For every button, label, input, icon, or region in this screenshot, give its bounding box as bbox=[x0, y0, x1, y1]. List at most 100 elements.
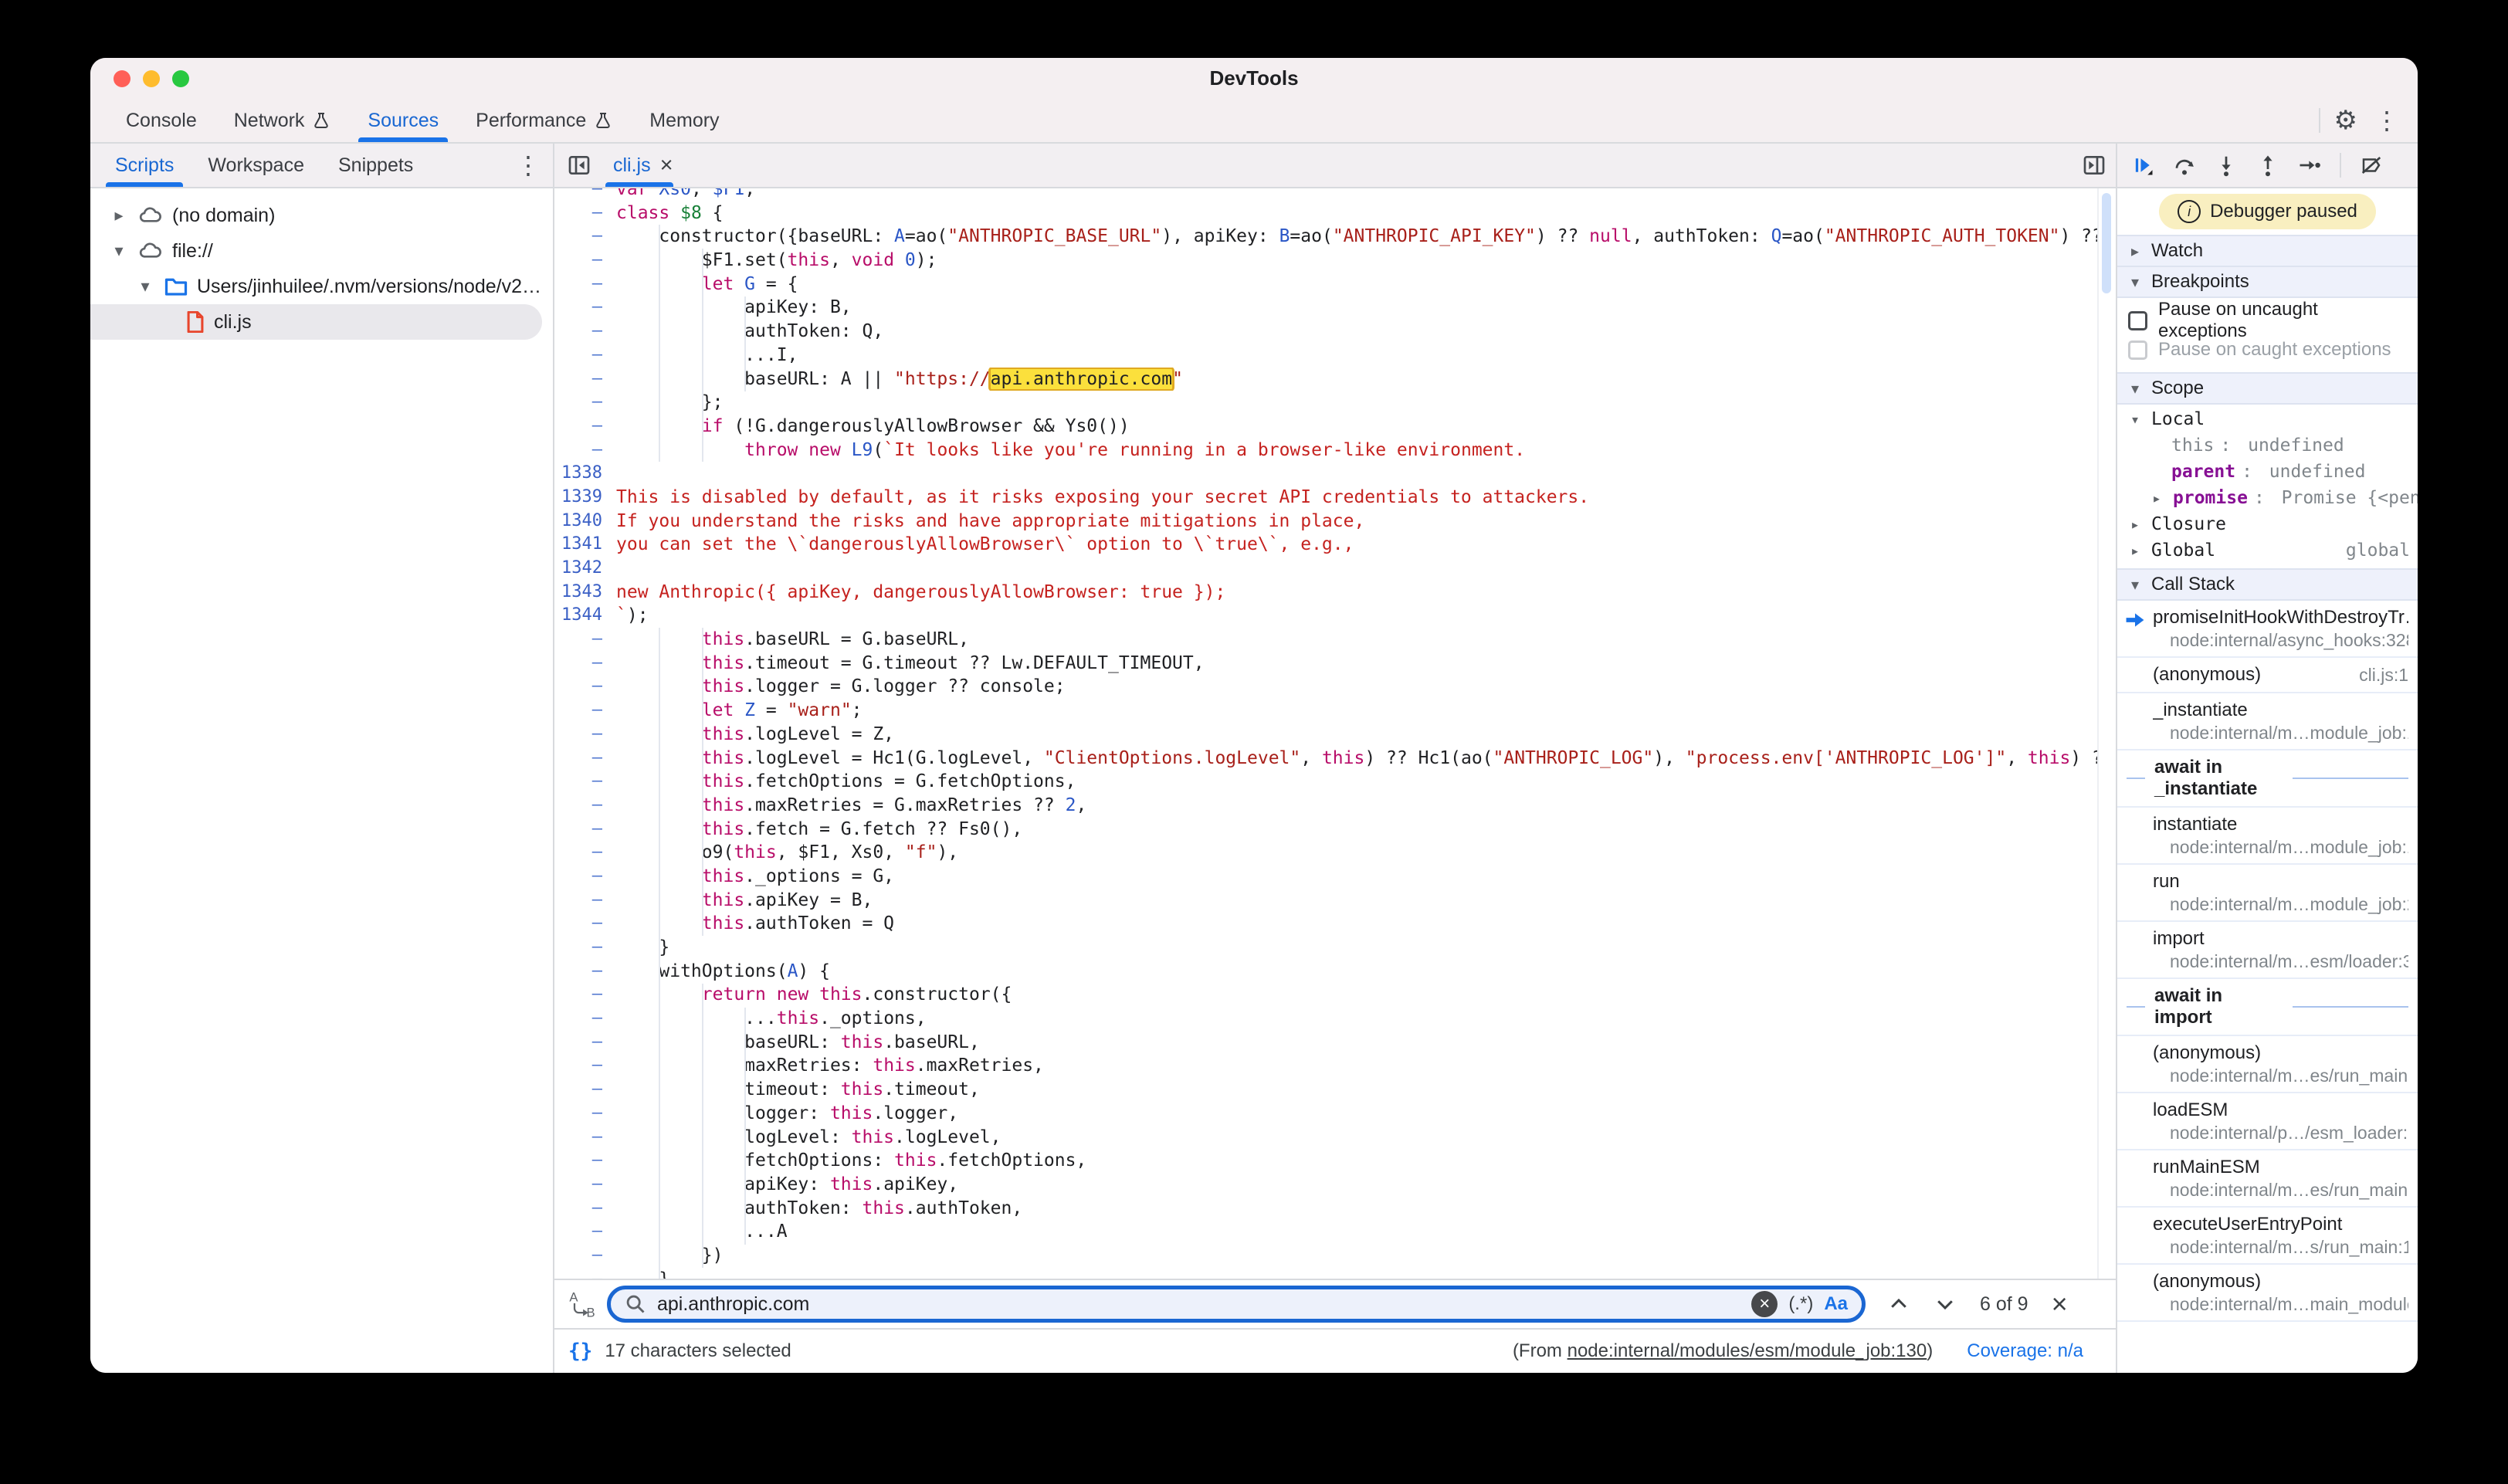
expand-arrow-icon[interactable]: ▸ bbox=[2147, 489, 2167, 507]
call-stack-frame[interactable]: executeUserEntryPointnode:internal/m…s/r… bbox=[2117, 1208, 2418, 1265]
line-gutter[interactable]: 1338 bbox=[554, 462, 602, 486]
line-gutter[interactable]: – bbox=[554, 770, 602, 794]
tab-console[interactable]: Console bbox=[107, 99, 215, 142]
code-text[interactable]: this.logLevel = Z, bbox=[616, 723, 2099, 747]
line-gutter[interactable]: – bbox=[554, 1078, 602, 1102]
scope-global-row[interactable]: ▸ Global global bbox=[2117, 537, 2418, 564]
code-text[interactable]: if (!G.dangerouslyAllowBrowser && Ys0()) bbox=[616, 415, 2099, 439]
tree-item-folder[interactable]: ▾ Users/jinhuilee/.nvm/versions/node/v2… bbox=[90, 269, 553, 304]
code-text[interactable]: this.authToken = Q bbox=[616, 912, 2099, 936]
line-gutter[interactable]: 1339 bbox=[554, 486, 602, 510]
code-text[interactable]: this.baseURL = G.baseURL, bbox=[616, 628, 2099, 652]
code-text[interactable]: authToken: Q, bbox=[616, 320, 2099, 344]
search-input[interactable]: api.anthropic.com bbox=[657, 1293, 1740, 1316]
hide-navigator-icon[interactable] bbox=[567, 153, 591, 178]
line-gutter[interactable]: – bbox=[554, 865, 602, 889]
code-text[interactable]: baseURL: A || "https://api.anthropic.com… bbox=[616, 368, 2099, 391]
line-gutter[interactable]: – bbox=[554, 202, 602, 225]
code-text[interactable]: this.logLevel = Hc1(G.logLevel, "ClientO… bbox=[616, 747, 2099, 771]
code-text[interactable] bbox=[616, 462, 2099, 486]
close-search-icon[interactable]: × bbox=[2052, 1290, 2068, 1318]
code-text[interactable]: this.apiKey = B, bbox=[616, 889, 2099, 913]
code-text[interactable]: } bbox=[616, 1268, 2099, 1279]
call-stack-frame[interactable]: runnode:internal/m…module_job:214 bbox=[2117, 865, 2418, 922]
line-gutter[interactable]: – bbox=[554, 699, 602, 723]
line-gutter[interactable]: – bbox=[554, 188, 602, 202]
code-text[interactable]: `); bbox=[616, 604, 2099, 628]
line-gutter[interactable]: – bbox=[554, 675, 602, 699]
navigator-tab-workspace[interactable]: Workspace bbox=[191, 144, 321, 187]
code-text[interactable]: let Z = "warn"; bbox=[616, 699, 2099, 723]
line-gutter[interactable]: – bbox=[554, 368, 602, 391]
code-text[interactable]: throw new L9(`It looks like you're runni… bbox=[616, 439, 2099, 462]
line-gutter[interactable]: – bbox=[554, 439, 602, 462]
code-text[interactable]: apiKey: this.apiKey, bbox=[616, 1173, 2099, 1197]
tree-item-cli-js[interactable]: cli.js bbox=[90, 304, 542, 340]
line-gutter[interactable]: – bbox=[554, 1149, 602, 1173]
code-text[interactable]: this.logger = G.logger ?? console; bbox=[616, 675, 2099, 699]
navigator-more-icon[interactable]: ⋮ bbox=[513, 153, 553, 178]
pause-caught-checkbox[interactable] bbox=[2128, 341, 2147, 360]
code-text[interactable]: return new this.constructor({ bbox=[616, 983, 2099, 1007]
code-text[interactable]: fetchOptions: this.fetchOptions, bbox=[616, 1149, 2099, 1173]
close-window-button[interactable] bbox=[114, 70, 130, 87]
more-options-icon[interactable]: ⋮ bbox=[2371, 108, 2402, 133]
line-gutter[interactable]: – bbox=[554, 415, 602, 439]
pause-uncaught-checkbox[interactable] bbox=[2128, 311, 2147, 330]
module-link[interactable]: node:internal/modules/esm/module_job:130 bbox=[1568, 1340, 1927, 1361]
step-out-icon[interactable] bbox=[2256, 154, 2279, 177]
navigator-tab-snippets[interactable]: Snippets bbox=[321, 144, 430, 187]
line-gutter[interactable]: – bbox=[554, 889, 602, 913]
line-gutter[interactable]: – bbox=[554, 960, 602, 984]
code-text[interactable]: this.maxRetries = G.maxRetries ?? 2, bbox=[616, 794, 2099, 818]
call-stack-frame[interactable]: runMainESMnode:internal/m…es/run_main:98 bbox=[2117, 1150, 2418, 1208]
code-text[interactable] bbox=[616, 557, 2099, 581]
expand-arrow-icon[interactable]: ▸ bbox=[2125, 515, 2145, 534]
step-into-icon[interactable] bbox=[2215, 154, 2238, 177]
deactivate-breakpoints-icon[interactable] bbox=[2360, 154, 2383, 177]
scope-this-row[interactable]: this: undefined bbox=[2117, 432, 2418, 459]
line-gutter[interactable]: – bbox=[554, 273, 602, 296]
step-over-icon[interactable] bbox=[2173, 154, 2196, 177]
line-gutter[interactable]: – bbox=[554, 936, 602, 960]
collapse-arrow-icon[interactable]: ▾ bbox=[109, 241, 129, 261]
expand-arrow-icon[interactable]: ▸ bbox=[2125, 541, 2145, 560]
next-match-icon[interactable] bbox=[1934, 1293, 1957, 1316]
code-text[interactable]: maxRetries: this.maxRetries, bbox=[616, 1054, 2099, 1078]
code-text[interactable]: logLevel: this.logLevel, bbox=[616, 1126, 2099, 1150]
collapse-arrow-icon[interactable]: ▾ bbox=[135, 276, 155, 296]
code-text[interactable]: this._options = G, bbox=[616, 865, 2099, 889]
line-gutter[interactable]: – bbox=[554, 296, 602, 320]
expand-arrow-icon[interactable]: ▸ bbox=[109, 205, 129, 225]
scope-section-header[interactable]: ▾ Scope bbox=[2117, 372, 2418, 405]
line-gutter[interactable]: 1342 bbox=[554, 557, 602, 581]
scope-parent-row[interactable]: parent: undefined bbox=[2117, 459, 2418, 485]
code-text[interactable]: new Anthropic({ apiKey, dangerouslyAllow… bbox=[616, 581, 2099, 605]
line-gutter[interactable]: 1343 bbox=[554, 581, 602, 605]
minimize-window-button[interactable] bbox=[143, 70, 160, 87]
line-gutter[interactable]: – bbox=[554, 841, 602, 865]
coverage-link[interactable]: Coverage: n/a bbox=[1967, 1340, 2083, 1362]
call-stack-frame[interactable]: _instantiatenode:internal/m…module_job:1… bbox=[2117, 693, 2418, 750]
regex-toggle[interactable]: (.*) bbox=[1788, 1293, 1813, 1315]
line-gutter[interactable]: – bbox=[554, 249, 602, 273]
code-text[interactable]: let G = { bbox=[616, 273, 2099, 296]
editor-tab-cli-js[interactable]: cli.js × bbox=[608, 144, 678, 187]
line-gutter[interactable]: – bbox=[554, 1007, 602, 1031]
pretty-print-icon[interactable]: {} bbox=[568, 1340, 592, 1363]
call-stack-section-header[interactable]: ▾ Call Stack bbox=[2117, 568, 2418, 601]
match-case-toggle[interactable]: Aa bbox=[1824, 1293, 1848, 1315]
line-gutter[interactable]: – bbox=[554, 1173, 602, 1197]
line-gutter[interactable]: – bbox=[554, 723, 602, 747]
collapse-arrow-icon[interactable]: ▾ bbox=[2125, 410, 2145, 429]
call-stack-frame[interactable]: (anonymous)node:internal/m…es/run_main:9… bbox=[2117, 1036, 2418, 1093]
line-gutter[interactable]: – bbox=[554, 1031, 602, 1055]
line-gutter[interactable]: – bbox=[554, 1197, 602, 1221]
code-text[interactable]: baseURL: this.baseURL, bbox=[616, 1031, 2099, 1055]
tab-performance[interactable]: Performance bbox=[457, 99, 631, 142]
call-stack-frame[interactable]: (anonymous)cli.js:1 bbox=[2117, 658, 2418, 693]
code-text[interactable]: this.fetchOptions = G.fetchOptions, bbox=[616, 770, 2099, 794]
call-stack-frame[interactable]: instantiatenode:internal/m…module_job:10… bbox=[2117, 808, 2418, 865]
line-gutter[interactable]: – bbox=[554, 1268, 602, 1279]
line-gutter[interactable]: 1341 bbox=[554, 533, 602, 557]
